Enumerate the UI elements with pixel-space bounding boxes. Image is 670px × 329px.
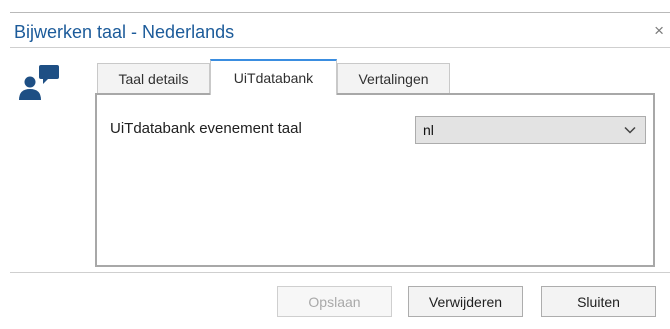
field-label-evenement-taal: UiTdatabank evenement taal	[110, 120, 302, 137]
language-select-value: nl	[423, 122, 434, 138]
chevron-down-icon	[624, 126, 636, 134]
tab-vertalingen[interactable]: Vertalingen	[337, 63, 450, 93]
window-top-border	[10, 12, 670, 13]
user-chat-icon	[19, 65, 59, 100]
tab-taal-details[interactable]: Taal details	[97, 63, 210, 93]
delete-button[interactable]: Verwijderen	[408, 286, 523, 317]
dialog-title: Bijwerken taal - Nederlands	[14, 22, 235, 42]
save-button[interactable]: Opslaan	[277, 286, 392, 317]
close-button[interactable]: Sluiten	[541, 286, 656, 317]
close-icon[interactable]: ×	[654, 21, 664, 41]
tab-uitdatabank[interactable]: UiTdatabank	[210, 59, 337, 95]
language-select[interactable]: nl	[415, 116, 646, 144]
